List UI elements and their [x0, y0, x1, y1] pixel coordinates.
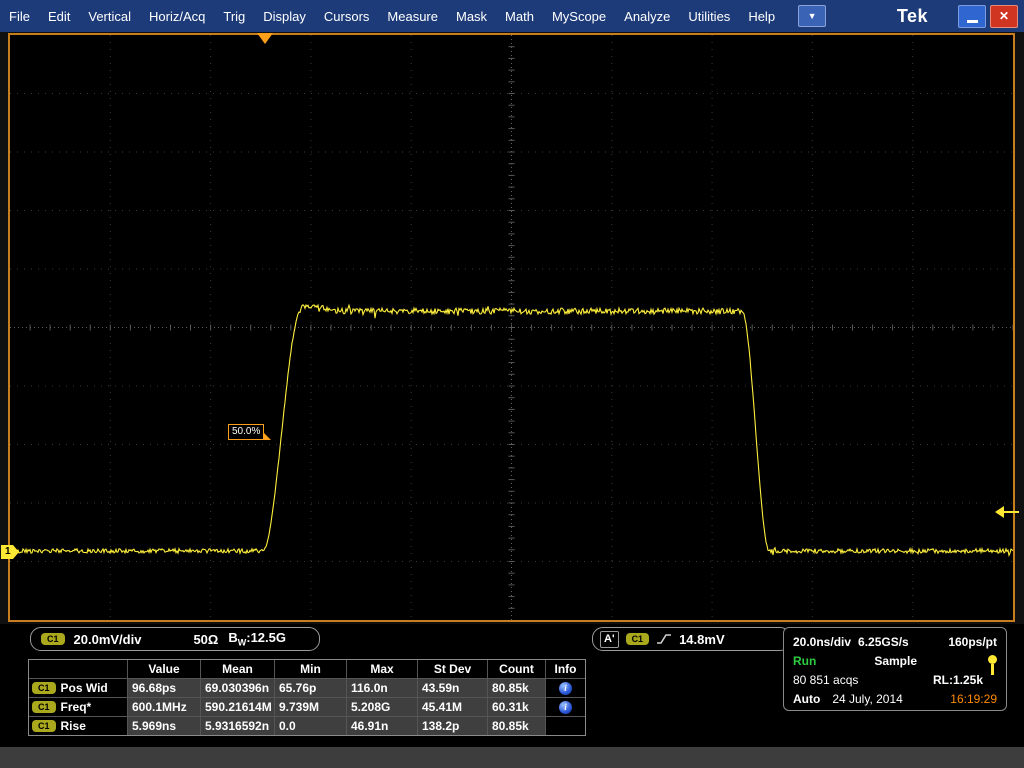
col-header-count: Count [488, 660, 545, 678]
col-header-mean: Mean [201, 660, 274, 678]
bottom-strip [0, 747, 1024, 768]
trigger-readout[interactable]: A' C1 14.8mV [592, 627, 791, 651]
status-area: C1 20.0mV/div 50Ω BW:12.5G A' C1 14.8mV … [0, 624, 1024, 768]
tek-logo: Tek [897, 6, 928, 27]
date: 24 July, 2014 [832, 692, 903, 706]
meas-value: 96.68ps [128, 679, 200, 697]
menu-item-help[interactable]: Help [739, 0, 784, 32]
info-icon[interactable]: i [559, 682, 572, 695]
meas-corner [29, 660, 127, 678]
meas-row-label: C1Freq* [29, 698, 127, 716]
menu-item-edit[interactable]: Edit [39, 0, 79, 32]
channel1-badge: C1 [32, 720, 56, 732]
menu-item-cursors[interactable]: Cursors [315, 0, 379, 32]
meas-count: 80.85k [488, 679, 545, 697]
menu-item-display[interactable]: Display [254, 0, 315, 32]
col-header-min: Min [275, 660, 346, 678]
acquisition-count: 80 851 acqs [793, 673, 858, 687]
trigger-mode: Auto [793, 692, 820, 706]
acquisition-mode: Sample [874, 654, 917, 668]
measurements-table: Value Mean Min Max St Dev Count Info C1P… [28, 659, 586, 736]
record-length: RL:1.25k [933, 673, 983, 687]
menu-bar: File Edit Vertical Horiz/Acq Trig Displa… [0, 0, 1024, 32]
minimize-icon [967, 20, 978, 23]
chevron-down-icon[interactable]: ▼ [798, 5, 826, 27]
trigger-source-a: A' [600, 631, 619, 648]
menu-item-trig[interactable]: Trig [214, 0, 254, 32]
menu-item-vertical[interactable]: Vertical [79, 0, 140, 32]
channel1-badge: C1 [41, 633, 65, 645]
meas-stdev: 45.41M [418, 698, 487, 716]
resolution: 160ps/pt [948, 635, 997, 649]
meas-info-cell: i [546, 717, 585, 735]
col-header-info: Info [546, 660, 585, 678]
meas-mean: 590.21614M [201, 698, 274, 716]
rising-edge-icon [656, 632, 672, 646]
meas-value: 5.969ns [128, 717, 200, 735]
col-header-value: Value [128, 660, 200, 678]
meas-row-label: C1Rise [29, 717, 127, 735]
ref-level-flag: 50.0% [228, 424, 264, 440]
meas-stdev: 138.2p [418, 717, 487, 735]
meas-mean: 69.030396n [201, 679, 274, 697]
arrow-shaft [1003, 511, 1019, 513]
col-header-stdev: St Dev [418, 660, 487, 678]
meas-stdev: 43.59n [418, 679, 487, 697]
graticule: 50.0% 1 [8, 33, 1015, 622]
meas-info-cell[interactable]: i [546, 679, 585, 697]
minimize-button[interactable] [958, 5, 986, 28]
meas-min: 65.76p [275, 679, 346, 697]
menu-item-mask[interactable]: Mask [447, 0, 496, 32]
meas-min: 0.0 [275, 717, 346, 735]
meas-info-cell[interactable]: i [546, 698, 585, 716]
channel1-badge: C1 [32, 682, 56, 694]
trigger-level-value: 14.8mV [679, 632, 725, 647]
col-header-max: Max [347, 660, 417, 678]
sample-rate: 6.25GS/s [858, 635, 909, 649]
oscilloscope-screen: File Edit Vertical Horiz/Acq Trig Displa… [0, 0, 1024, 768]
menu-item-analyze[interactable]: Analyze [615, 0, 679, 32]
channel1-ground-marker[interactable]: 1 [1, 545, 13, 559]
timebase: 20.0ns/div [793, 635, 851, 649]
pin-icon [987, 655, 997, 679]
meas-mean: 5.9316592n [201, 717, 274, 735]
clock: 16:19:29 [950, 692, 997, 706]
meas-max: 116.0n [347, 679, 417, 697]
vertical-scale: 20.0mV/div [74, 632, 142, 647]
menu-item-utilities[interactable]: Utilities [679, 0, 739, 32]
bandwidth: BW:12.5G [228, 630, 286, 648]
acquisition-panel: 20.0ns/div 6.25GS/s 160ps/pt Run Sample … [783, 627, 1007, 711]
termination: 50Ω [193, 632, 218, 647]
menu-item-file[interactable]: File [0, 0, 39, 32]
channel1-badge: C1 [32, 701, 56, 713]
meas-count: 60.31k [488, 698, 545, 716]
channel1-readout[interactable]: C1 20.0mV/div 50Ω BW:12.5G [30, 627, 320, 651]
meas-value: 600.1MHz [128, 698, 200, 716]
trigger-channel-badge: C1 [626, 633, 650, 645]
meas-row-label: C1Pos Wid [29, 679, 127, 697]
waveform-display[interactable] [10, 35, 1013, 620]
meas-min: 9.739M [275, 698, 346, 716]
meas-max: 46.91n [347, 717, 417, 735]
menu-item-math[interactable]: Math [496, 0, 543, 32]
trigger-level-marker[interactable] [995, 506, 1019, 518]
close-button[interactable]: ✕ [990, 5, 1018, 28]
trigger-position-marker[interactable] [257, 33, 273, 44]
meas-count: 80.85k [488, 717, 545, 735]
meas-max: 5.208G [347, 698, 417, 716]
info-icon[interactable]: i [559, 701, 572, 714]
run-status: Run [793, 654, 816, 668]
menu-item-myscope[interactable]: MyScope [543, 0, 615, 32]
menu-item-measure[interactable]: Measure [378, 0, 447, 32]
menu-item-horiz-acq[interactable]: Horiz/Acq [140, 0, 214, 32]
